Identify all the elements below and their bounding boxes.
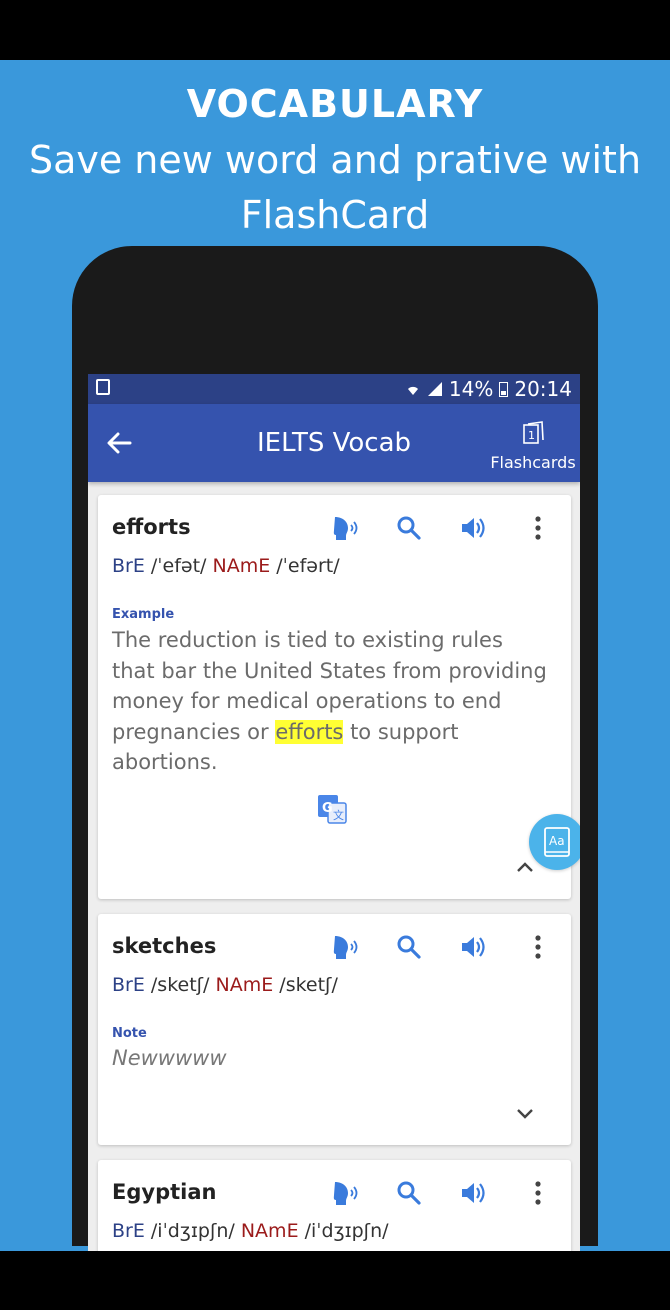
flashcards-icon: 1 xyxy=(523,421,544,444)
pronunciation: BrE /iˈdʒɪpʃn/ NAmE /iˈdʒɪpʃn/ xyxy=(112,1220,389,1242)
highlighted-word: efforts xyxy=(275,719,344,744)
dictionary-icon: Aa xyxy=(544,827,570,857)
vocab-card-sketches: sketches BrE /sketʃ/ NAmE /sketʃ/ Note N… xyxy=(98,914,571,1145)
status-time: 20:14 xyxy=(514,377,572,401)
promo-subtitle: Save new word and prative with FlashCard xyxy=(0,133,670,243)
svg-text:G: G xyxy=(322,801,333,816)
vocab-card-efforts: efforts BrE /ˈefət/ NAmE /ˈefərt/ Exampl… xyxy=(98,495,571,899)
more-vert-icon[interactable] xyxy=(523,932,553,962)
flashcards-label: Flashcards xyxy=(490,453,576,472)
signal-icon xyxy=(427,382,442,396)
screenshot-notification-icon xyxy=(96,379,110,395)
promo-subtitle-line2: FlashCard xyxy=(240,193,430,237)
battery-percent: 14% xyxy=(448,377,494,401)
volume-icon[interactable] xyxy=(458,1178,488,1208)
google-translate-icon[interactable]: G 文 xyxy=(316,793,348,825)
note-label: Note xyxy=(112,1026,147,1041)
speech-icon[interactable] xyxy=(330,1178,360,1208)
svg-text:1: 1 xyxy=(528,429,535,442)
search-icon[interactable] xyxy=(394,932,424,962)
svg-text:文: 文 xyxy=(333,808,344,822)
promo-subtitle-line1: Save new word and prative with xyxy=(28,138,642,182)
chevron-down-icon[interactable] xyxy=(514,1102,536,1124)
status-bar: 14% 20:14 xyxy=(88,374,580,404)
speech-icon[interactable] xyxy=(330,932,360,962)
vocab-card-egyptian: Egyptian BrE /iˈdʒɪpʃn/ NAmE /iˈdʒɪpʃn/ xyxy=(98,1160,571,1251)
search-icon[interactable] xyxy=(394,1178,424,1208)
wifi-icon xyxy=(407,386,418,395)
search-icon[interactable] xyxy=(394,513,424,543)
dictionary-fab[interactable]: Aa xyxy=(529,814,580,870)
example-text: The reduction is tied to existing rules … xyxy=(112,628,547,774)
volume-icon[interactable] xyxy=(458,513,488,543)
pronunciation: BrE /ˈefət/ NAmE /ˈefərt/ xyxy=(112,555,340,577)
more-vert-icon[interactable] xyxy=(523,513,553,543)
phone-screen: 14% 20:14 IELTS Vocab 1 Flashcards effor… xyxy=(88,374,580,1251)
note-text: Newwwww xyxy=(112,1046,227,1070)
battery-icon xyxy=(499,381,509,397)
volume-icon[interactable] xyxy=(458,932,488,962)
flashcards-button[interactable]: 1 Flashcards xyxy=(490,420,576,472)
pronunciation: BrE /sketʃ/ NAmE /sketʃ/ xyxy=(112,974,338,996)
app-bar: IELTS Vocab 1 Flashcards xyxy=(88,404,580,482)
speech-icon[interactable] xyxy=(330,513,360,543)
svg-text:Aa: Aa xyxy=(549,834,565,848)
word-title: efforts xyxy=(112,515,191,539)
promo-title: VOCABULARY xyxy=(186,82,484,126)
word-title: Egyptian xyxy=(112,1180,217,1204)
example-label: Example xyxy=(112,607,175,622)
word-title: sketches xyxy=(112,934,217,958)
more-vert-icon[interactable] xyxy=(523,1178,553,1208)
